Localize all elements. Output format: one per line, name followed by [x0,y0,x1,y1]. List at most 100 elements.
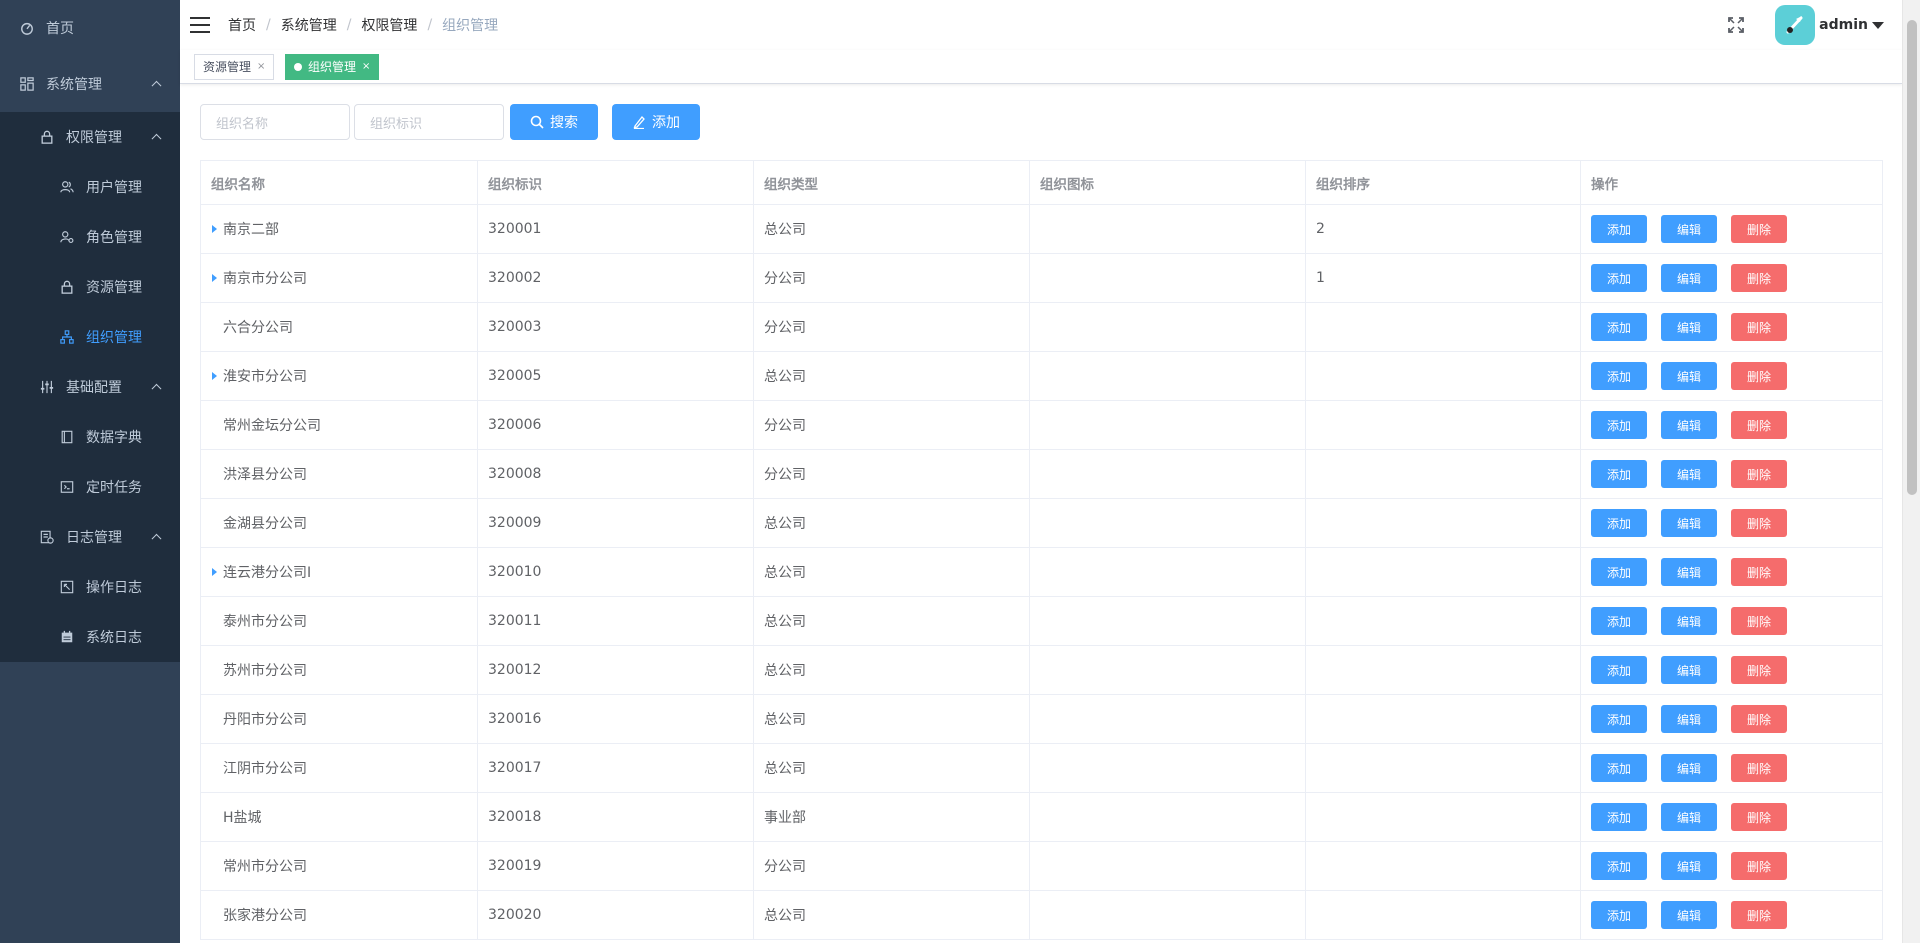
row-add-button[interactable]: 添加 [1591,215,1647,243]
expand-arrow-icon[interactable] [212,225,217,233]
add-button[interactable]: 添加 [612,104,700,140]
org-code: 320002 [478,254,754,302]
search-icon [530,115,544,129]
row-add-button[interactable]: 添加 [1591,607,1647,635]
sidebar-item-permission[interactable]: 权限管理 [0,112,180,162]
org-code: 320020 [478,891,754,939]
row-edit-button[interactable]: 编辑 [1661,803,1717,831]
row-delete-button[interactable]: 删除 [1731,558,1787,586]
row-add-button[interactable]: 添加 [1591,852,1647,880]
row-edit-button[interactable]: 编辑 [1661,411,1717,439]
row-edit-button[interactable]: 编辑 [1661,754,1717,782]
caret-down-icon[interactable] [1872,21,1884,29]
org-type: 总公司 [754,695,1030,743]
tag-org[interactable]: 组织管理 × [285,54,380,80]
actions-cell: 添加 编辑 删除 [1581,695,1882,743]
row-delete-button[interactable]: 删除 [1731,852,1787,880]
username[interactable]: admin [1819,17,1868,33]
actions-cell: 添加 编辑 删除 [1581,744,1882,792]
expand-arrow-icon[interactable] [212,274,217,282]
sidebar-item-user[interactable]: 用户管理 [0,162,180,212]
close-icon[interactable]: × [362,55,370,79]
breadcrumb-item[interactable]: 系统管理 [281,15,337,35]
sidebar-item-resource[interactable]: 资源管理 [0,262,180,312]
row-add-button[interactable]: 添加 [1591,411,1647,439]
table-row: 六合分公司 320003 分公司 添加 编辑 删除 [201,303,1882,352]
row-add-button[interactable]: 添加 [1591,558,1647,586]
org-code-input[interactable]: 组织标识 [354,104,504,140]
row-delete-button[interactable]: 删除 [1731,901,1787,929]
actions-cell: 添加 编辑 删除 [1581,597,1882,645]
row-edit-button[interactable]: 编辑 [1661,607,1717,635]
row-add-button[interactable]: 添加 [1591,313,1647,341]
org-code: 320019 [478,842,754,890]
header-cell: 组织类型 [754,161,1030,204]
row-edit-button[interactable]: 编辑 [1661,852,1717,880]
org-type: 分公司 [754,254,1030,302]
row-delete-button[interactable]: 删除 [1731,362,1787,390]
row-add-button[interactable]: 添加 [1591,901,1647,929]
sidebar-item-dict[interactable]: 数据字典 [0,412,180,462]
row-edit-button[interactable]: 编辑 [1661,362,1717,390]
row-delete-button[interactable]: 删除 [1731,754,1787,782]
row-delete-button[interactable]: 删除 [1731,264,1787,292]
row-add-button[interactable]: 添加 [1591,362,1647,390]
row-edit-button[interactable]: 编辑 [1661,313,1717,341]
row-delete-button[interactable]: 删除 [1731,705,1787,733]
row-delete-button[interactable]: 删除 [1731,460,1787,488]
row-add-button[interactable]: 添加 [1591,754,1647,782]
search-button[interactable]: 搜索 [510,104,598,140]
sidebar-item-oplog[interactable]: 操作日志 [0,562,180,612]
row-edit-button[interactable]: 编辑 [1661,901,1717,929]
expand-arrow-icon[interactable] [212,568,217,576]
sidebar-item-org[interactable]: 组织管理 [0,312,180,362]
org-icon [1030,891,1306,939]
sidebar-item-timer[interactable]: 定时任务 [0,462,180,512]
row-edit-button[interactable]: 编辑 [1661,460,1717,488]
row-add-button[interactable]: 添加 [1591,264,1647,292]
close-icon[interactable]: × [257,55,265,79]
row-edit-button[interactable]: 编辑 [1661,558,1717,586]
row-add-button[interactable]: 添加 [1591,656,1647,684]
row-delete-button[interactable]: 删除 [1731,607,1787,635]
row-delete-button[interactable]: 删除 [1731,803,1787,831]
row-edit-button[interactable]: 编辑 [1661,264,1717,292]
org-code: 320016 [478,695,754,743]
scrollbar[interactable] [1902,0,1920,943]
sidebar-item-home[interactable]: 首页 [0,0,180,56]
row-delete-button[interactable]: 删除 [1731,313,1787,341]
sidebar-item-role[interactable]: 角色管理 [0,212,180,262]
row-edit-button[interactable]: 编辑 [1661,509,1717,537]
actions-cell: 添加 编辑 删除 [1581,303,1882,351]
row-delete-button[interactable]: 删除 [1731,411,1787,439]
scrollbar-thumb[interactable] [1907,20,1917,495]
row-add-button[interactable]: 添加 [1591,460,1647,488]
row-edit-button[interactable]: 编辑 [1661,705,1717,733]
expand-arrow-icon[interactable] [212,372,217,380]
hamburger-menu-icon[interactable] [190,15,210,35]
tag-label: 组织管理 [308,60,357,74]
org-name: 南京二部 [223,222,279,238]
table-row: 金湖县分公司 320009 总公司 添加 编辑 删除 [201,499,1882,548]
avatar[interactable] [1775,5,1816,45]
calendar-icon [60,630,74,644]
row-delete-button[interactable]: 删除 [1731,656,1787,684]
row-delete-button[interactable]: 删除 [1731,509,1787,537]
breadcrumb-item[interactable]: 权限管理 [361,15,417,35]
row-add-button[interactable]: 添加 [1591,705,1647,733]
sidebar-item-syslog[interactable]: 系统日志 [0,612,180,662]
tag-resource[interactable]: 资源管理 × [194,54,275,80]
org-name-input[interactable]: 组织名称 [200,104,350,140]
row-edit-button[interactable]: 编辑 [1661,656,1717,684]
row-add-button[interactable]: 添加 [1591,509,1647,537]
row-delete-button[interactable]: 删除 [1731,215,1787,243]
sidebar-item-basic[interactable]: 基础配置 [0,362,180,412]
org-icon [1030,450,1306,498]
sidebar-item-log[interactable]: 日志管理 [0,512,180,562]
org-sort [1306,401,1581,449]
fullscreen-icon[interactable] [1727,16,1745,34]
sidebar-item-system[interactable]: 系统管理 [0,56,180,112]
breadcrumb-item[interactable]: 首页 [228,15,256,35]
row-edit-button[interactable]: 编辑 [1661,215,1717,243]
row-add-button[interactable]: 添加 [1591,803,1647,831]
